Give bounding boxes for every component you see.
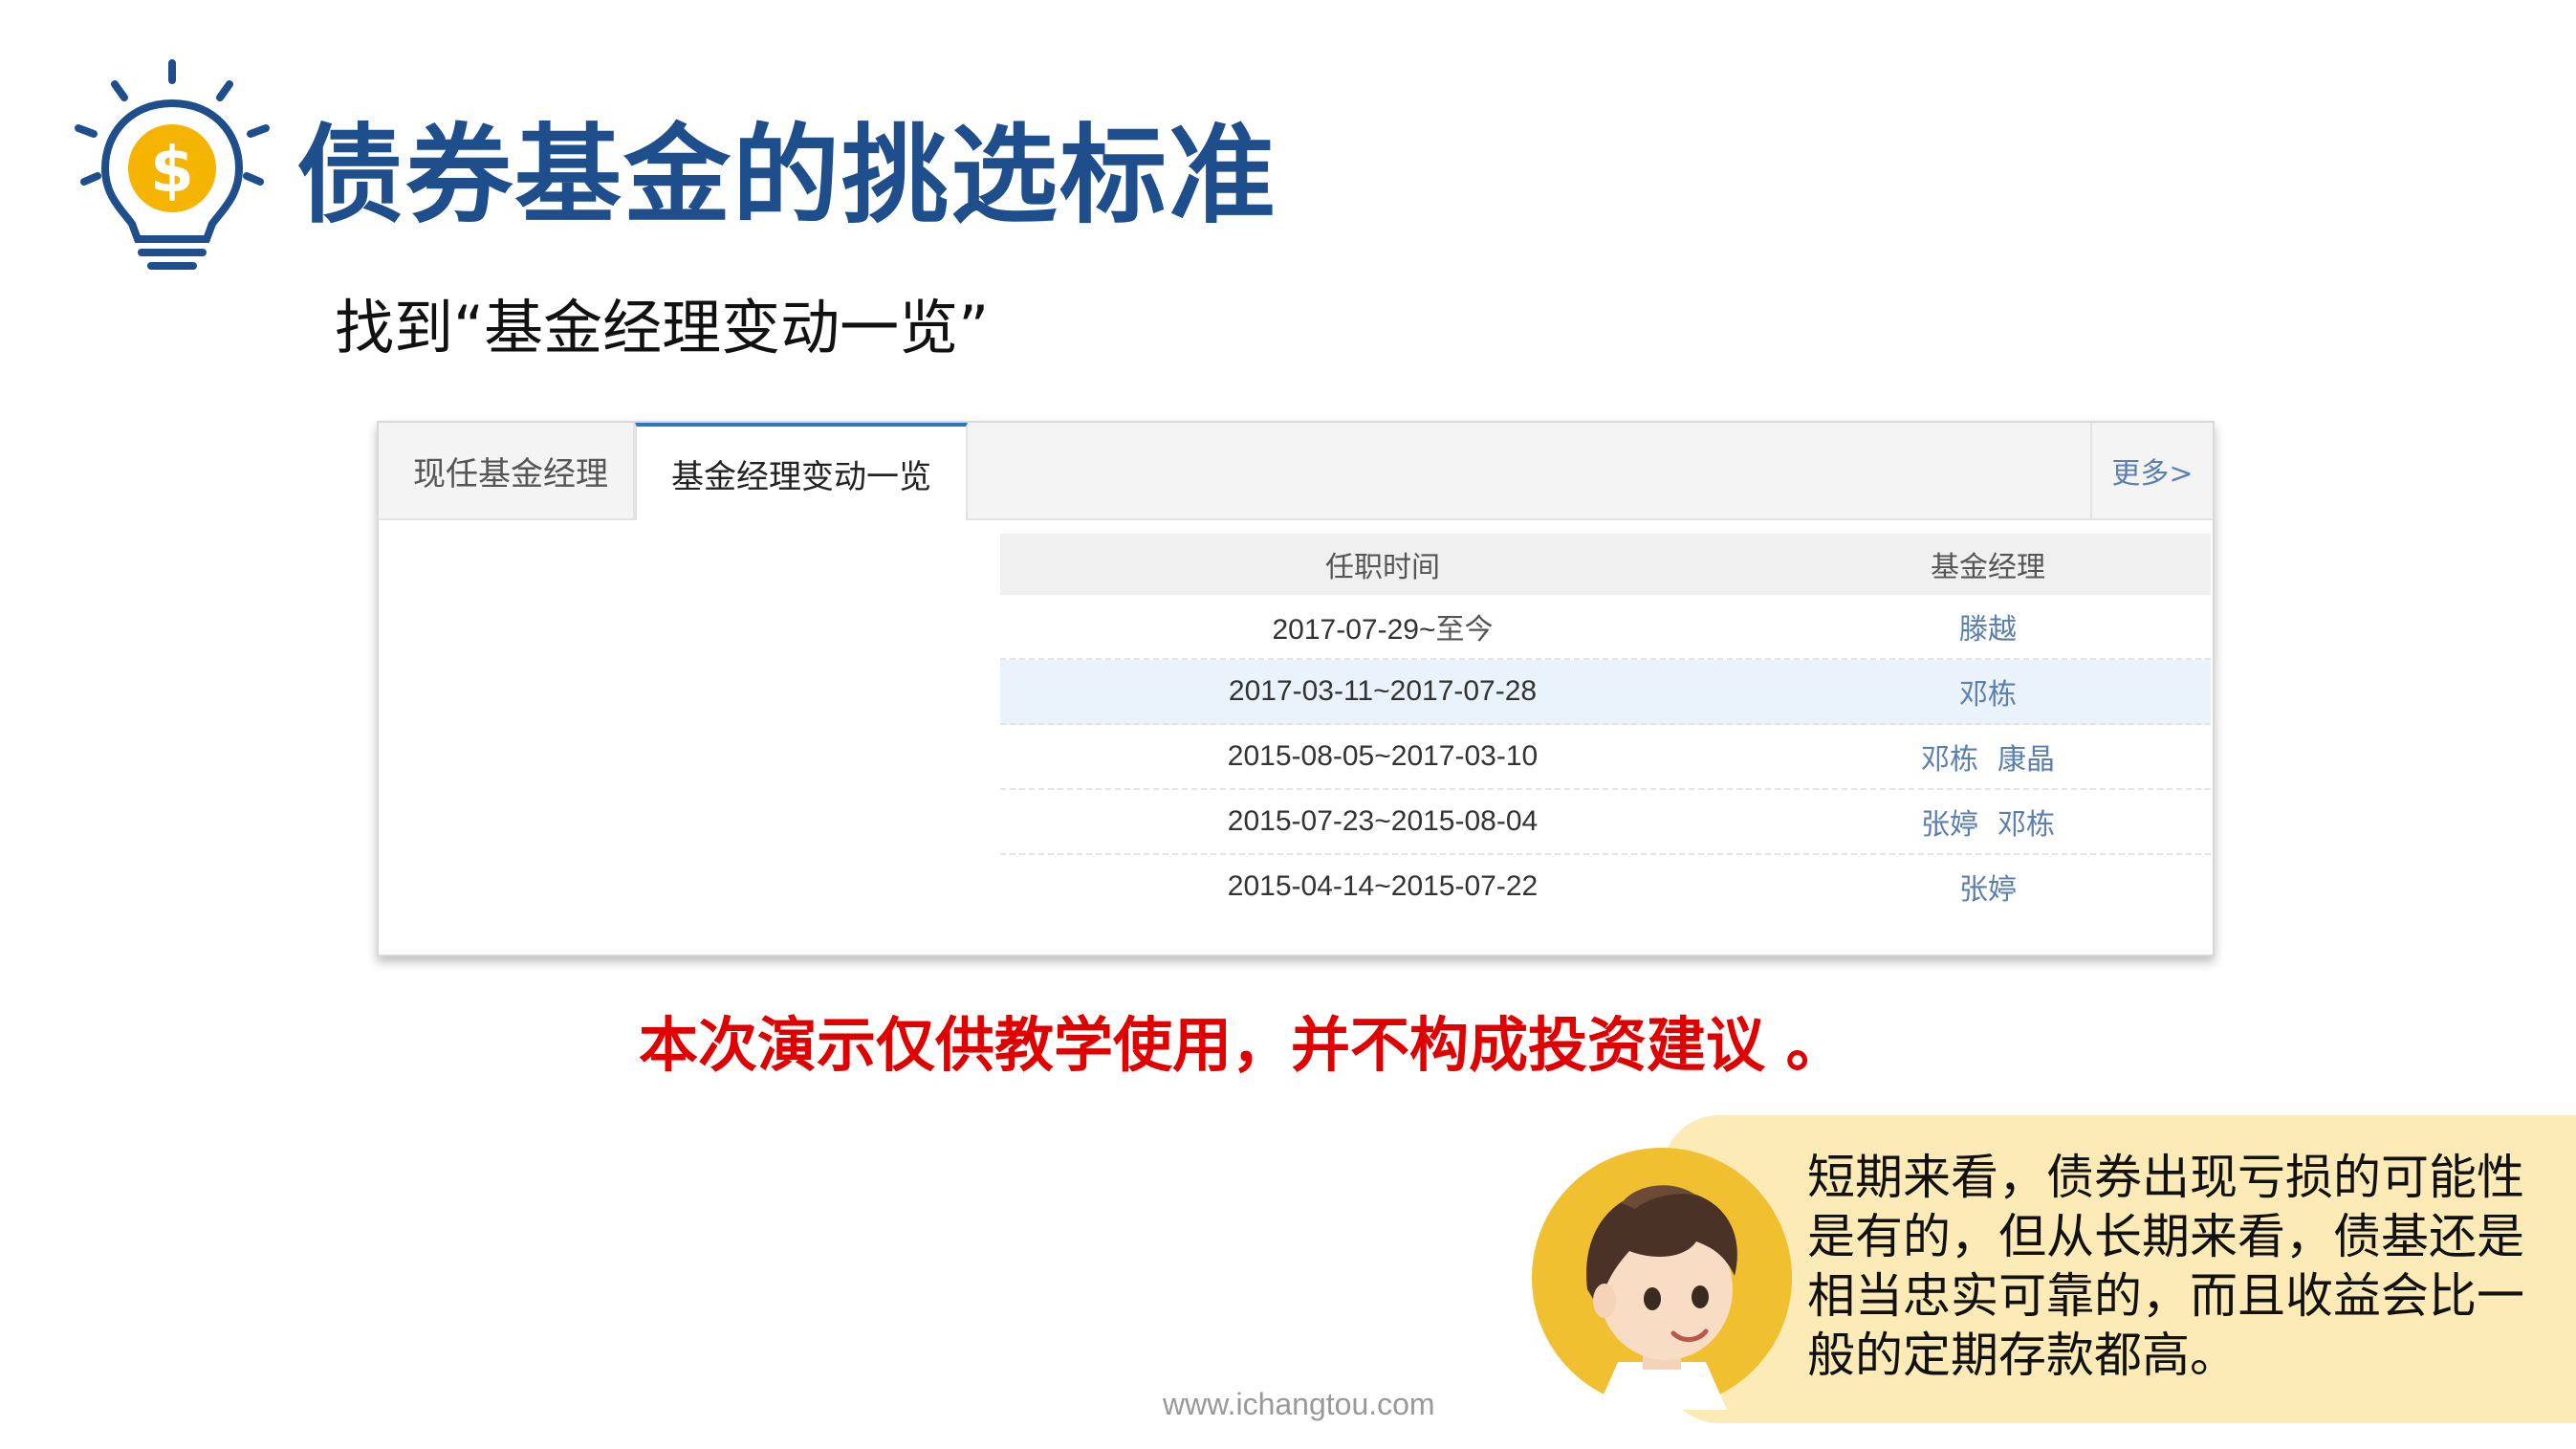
period-range: 2015-04-14~2015-07-22 — [1227, 870, 1539, 902]
table-row: 2015-04-14~2015-07-22 张婷 — [1000, 855, 2211, 918]
tab-current-managers[interactable]: 现任基金经理 — [388, 423, 635, 518]
cartoon-avatar-icon — [1532, 1148, 1792, 1410]
disclaimer-text: 本次演示仅供教学使用，并不构成投资建议 。 — [639, 1010, 1845, 1080]
footer-website: www.ichangtou.com — [1163, 1387, 1435, 1421]
table-header: 任职时间 基金经理 — [1000, 534, 2211, 595]
manager-link[interactable]: 张婷 — [1959, 873, 2017, 907]
table-row: 2017-03-11~2017-07-28 邓栋 — [1000, 660, 2211, 725]
manager-cell: 滕越 — [1765, 605, 2211, 648]
period-cell: 2015-07-23~2015-08-04 — [1000, 805, 1765, 838]
manager-change-table: 任职时间 基金经理 2017-07-29~至今 滕越 2017-03-11~20… — [1000, 534, 2211, 918]
more-link[interactable]: 更多> — [2090, 423, 2213, 518]
table-row: 2015-08-05~2017-03-10 邓栋 康晶 — [1000, 725, 2211, 790]
manager-link[interactable]: 康晶 — [1997, 743, 2055, 777]
period-range: 2017-07-29~ — [1272, 614, 1436, 646]
table-row: 2015-07-23~2015-08-04 张婷 邓栋 — [1000, 790, 2211, 855]
manager-link[interactable]: 张婷 — [1921, 808, 1978, 842]
manager-link[interactable]: 邓栋 — [1959, 678, 2017, 712]
column-header-period: 任职时间 — [1325, 551, 1440, 584]
column-header-manager: 基金经理 — [1931, 551, 2045, 584]
period-cell: 2017-07-29~至今 — [1000, 605, 1765, 648]
manager-link[interactable]: 邓栋 — [1997, 808, 2055, 842]
manager-cell: 邓栋 康晶 — [1765, 735, 2211, 778]
manager-cell: 张婷 — [1765, 866, 2211, 908]
fund-manager-panel: 现任基金经理 基金经理变动一览 更多> 任职时间 基金经理 2017-07-29… — [377, 421, 2215, 956]
page-title: 债券基金的挑选标准 — [296, 114, 1277, 238]
tab-manager-changes[interactable]: 基金经理变动一览 — [635, 423, 968, 520]
period-range: 2015-08-05~2017-03-10 — [1227, 740, 1539, 772]
table-row: 2017-07-29~至今 滕越 — [1000, 595, 2211, 660]
manager-cell: 张婷 邓栋 — [1765, 801, 2211, 843]
lightbulb-dollar-icon: $ — [75, 59, 270, 270]
manager-cell: 邓栋 — [1765, 670, 2211, 713]
period-cell: 2015-08-05~2017-03-10 — [1000, 740, 1765, 773]
svg-text:$: $ — [150, 133, 194, 207]
period-range: 2015-07-23~2015-08-04 — [1227, 805, 1539, 837]
speech-bubble-text: 短期来看，债券出现亏损的可能性是有的，但从长期来看，债基还是相当忠实可靠的，而且… — [1807, 1150, 2524, 1383]
period-range: 2017-03-11~2017-07-28 — [1228, 675, 1538, 707]
period-cell: 2017-03-11~2017-07-28 — [1000, 675, 1765, 708]
page-subtitle: 找到“基金经理变动一览” — [335, 293, 990, 362]
manager-link[interactable]: 滕越 — [1959, 613, 2017, 647]
period-suffix: 至今 — [1435, 613, 1494, 647]
period-cell: 2015-04-14~2015-07-22 — [1000, 870, 1765, 903]
tab-bar: 现任基金经理 基金经理变动一览 更多> — [379, 423, 2213, 520]
manager-link[interactable]: 邓栋 — [1921, 743, 1978, 777]
